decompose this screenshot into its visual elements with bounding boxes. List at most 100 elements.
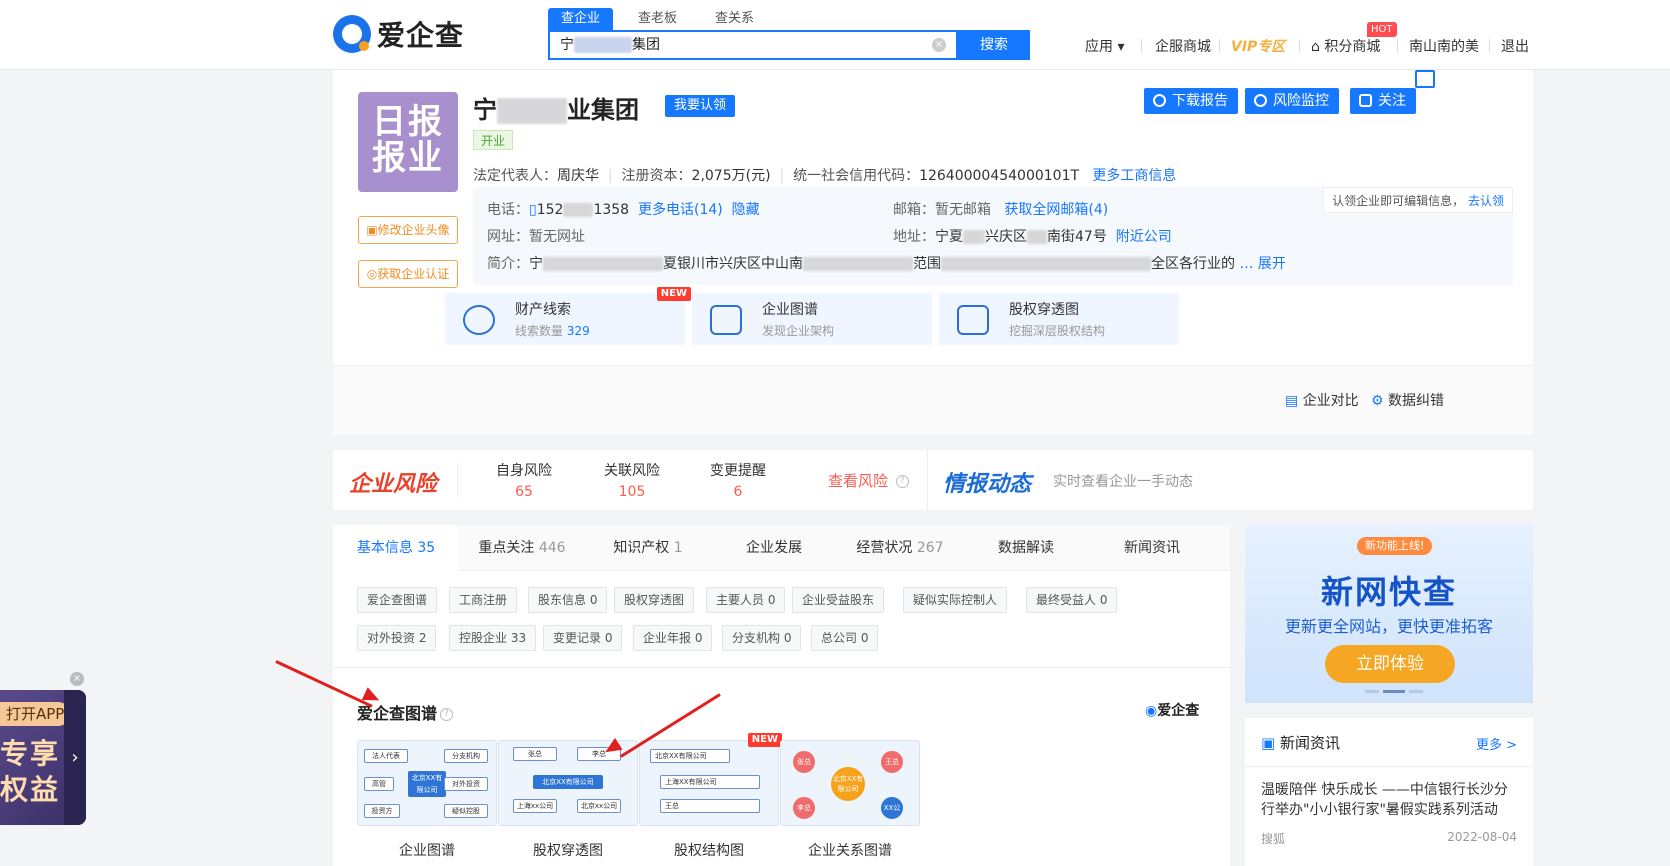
search-button[interactable]: 搜索 [958,30,1030,60]
risk-related[interactable]: 关联风险 105 [604,460,660,500]
company-card: 日报 报业 ▣修改企业头像 ◎获取企业认证 宁业集团 我要认领 开业 法定代表人：… [333,70,1533,435]
tile-caption[interactable]: 股权穿透图 [498,840,638,860]
hide-link[interactable]: 隐藏 [732,202,760,218]
chip-final-beneficiary[interactable]: 最终受益人 0 [1026,587,1118,613]
chip-actual-controller[interactable]: 疑似实际控制人 [903,587,1008,613]
chip-equity-penetration[interactable]: 股权穿透图 [614,587,695,613]
logo-q-icon: ◉ [1145,703,1158,719]
main-tabs: 基本信息 35 重点关注 446 知识产权 1 企业发展 经营状况 267 数据… [333,525,1230,571]
promo-title: 新网快查 [1320,573,1457,611]
nav-user[interactable]: 南山南的美 [1409,36,1479,56]
feature-title: 企业图谱 [762,302,818,318]
image-icon: ▣ [366,223,378,237]
compare-icon: ▤ [1285,393,1299,409]
close-icon[interactable]: × [70,672,84,686]
chip-graph[interactable]: 爱企查图谱 [357,587,438,613]
promo-tag: 新功能上线! [1357,537,1433,555]
tab-search-boss[interactable]: 查老板 [625,8,690,30]
all-email-link[interactable]: 获取全网邮箱(4) [1004,202,1108,218]
promo-banner[interactable]: 新功能上线! 新网快查 更新更全网站，更快更准拓客 立即体验 [1245,525,1533,703]
app-float-banner[interactable]: 打开APP 专享 权益 › [0,690,86,825]
expand-link[interactable]: … 展开 [1239,256,1285,272]
chip-holdings[interactable]: 控股企业 33 [449,625,537,651]
tile-equity-structure[interactable]: 北京XX有限公司 上海XX有限公司 王总 NEW [639,733,782,826]
document-icon: ▣ [1261,734,1276,752]
get-cert-button[interactable]: ◎获取企业认证 [358,260,458,288]
download-report-button[interactable]: 下载报告 [1144,88,1238,114]
tile-caption[interactable]: 股权结构图 [639,840,779,860]
nav-mall[interactable]: 企服商城 [1155,36,1211,56]
chip-annual-report[interactable]: 企业年报 0 [633,625,713,651]
graph-node: 疑似控股 [444,804,488,818]
feature-company-graph[interactable]: 企业图谱 发现企业架构 [692,293,932,345]
tab-basic-info[interactable]: 基本信息 35 [333,525,459,571]
risk-monitor-button[interactable]: 风险监控 [1245,88,1339,114]
open-app-pill[interactable]: 打开APP [0,702,71,726]
feature-equity-graph[interactable]: 股权穿透图 挖掘深层股权结构 [939,293,1179,345]
chip-shareholders[interactable]: 股东信息 0 [528,587,608,613]
main-panel: 基本信息 35 重点关注 446 知识产权 1 企业发展 经营状况 267 数据… [333,525,1230,866]
tab-ip[interactable]: 知识产权 1 [585,525,711,571]
chip-beneficial-shareholders[interactable]: 企业受益股东 [792,587,885,613]
go-claim-link[interactable]: 去认领 [1468,194,1504,208]
data-correct-button[interactable]: ⚙ 数据纠错 [1371,390,1444,410]
follow-button[interactable]: 关注 [1350,88,1416,114]
qrcode-icon[interactable] [1415,70,1435,88]
graph-node-center: 北京XX有限公司 [831,767,865,801]
claim-button[interactable]: 我要认领 [665,95,736,117]
more-phone-link[interactable]: 更多电话(14) [638,202,723,218]
intel-text[interactable]: 实时查看企业一手动态 [1053,471,1193,491]
clear-icon[interactable]: × [932,38,946,52]
tab-key-focus[interactable]: 重点关注 446 [459,525,585,571]
tab-news[interactable]: 新闻资讯 [1089,525,1215,571]
tile-company-graph[interactable]: 法人代表 分支机构 高管 北京XX有限公司 对外投资 投资方 疑似控股 [357,740,497,826]
website-row: 网址：暂无网址 [487,229,585,245]
risk-self[interactable]: 自身风险 65 [496,460,552,500]
try-now-button[interactable]: 立即体验 [1325,645,1455,683]
news-headline[interactable]: 温暖陪伴 快乐成长 ——中信银行长沙分行举办"小小银行家"暑假实践系列活动 [1261,780,1521,820]
nav-divider [1141,39,1142,53]
search-input[interactable]: 宁 集团 [548,30,958,60]
tab-operations[interactable]: 经营状况 267 [837,525,963,571]
risk-bar: 企业风险 自身风险 65 关联风险 105 变更提醒 6 查看风险 ? 情报动态 实时… [333,450,1533,510]
new-badge: NEW [747,733,782,747]
graph-node: 张总 [513,747,557,761]
chevron-right-icon[interactable]: › [64,690,86,825]
chip-investments[interactable]: 对外投资 2 [357,625,437,651]
tab-development[interactable]: 企业发展 [711,525,837,571]
risk-title: 企业风险 [349,472,438,497]
chip-registration[interactable]: 工商注册 [449,587,518,613]
chip-head-office[interactable]: 总公司 0 [811,625,879,651]
cert-icon: ◎ [366,267,378,281]
legal-rep[interactable]: 周庆华 [557,168,599,184]
redacted-blur [803,257,913,271]
aiqicha-logo[interactable]: 爱企查 [333,12,464,56]
tab-data-insight[interactable]: 数据解读 [963,525,1089,571]
nearby-link[interactable]: 附近公司 [1116,229,1172,245]
tile-relation-graph[interactable]: 张总 王总 北京XX有限公司 李总 XX公司 [780,740,920,832]
tab-search-company[interactable]: 查企业 [548,8,614,30]
chip-change-log[interactable]: 变更记录 0 [543,625,623,651]
compare-button[interactable]: ▤ 企业对比 [1285,390,1359,410]
more-biz-link[interactable]: 更多工商信息 [1092,168,1176,184]
address-row: 地址：宁夏 兴庆区 南街47号 附近公司 [893,229,1172,245]
feature-asset-clues[interactable]: 财产线索 线索数量 329 NEW [445,287,691,345]
carousel-dots[interactable] [1365,690,1423,693]
view-risk-link[interactable]: 查看风险 ? [828,470,909,491]
search-value-left: 宁 [560,37,574,53]
nav-points[interactable]: ⌂ 积分商城 [1311,36,1380,56]
chip-branches[interactable]: 分支机构 0 [722,625,802,651]
nav-apps[interactable]: 应用 ▾ [1085,36,1124,56]
graph-node: 王总 [660,799,760,813]
news-more-link[interactable]: 更多 > [1476,734,1517,753]
nav-logout[interactable]: 退出 [1501,36,1529,56]
app-benefit-text: 专享 权益 [0,737,61,806]
risk-change[interactable]: 变更提醒 6 [710,460,766,500]
tile-caption[interactable]: 企业关系图谱 [780,840,920,860]
help-icon[interactable]: ? [440,708,454,721]
tab-search-relation[interactable]: 查关系 [702,8,767,30]
nav-vip[interactable]: VIP专区 [1231,36,1285,56]
chip-key-people[interactable]: 主要人员 0 [706,587,786,613]
edit-avatar-button[interactable]: ▣修改企业头像 [358,216,458,244]
tile-caption[interactable]: 企业图谱 [357,840,497,860]
